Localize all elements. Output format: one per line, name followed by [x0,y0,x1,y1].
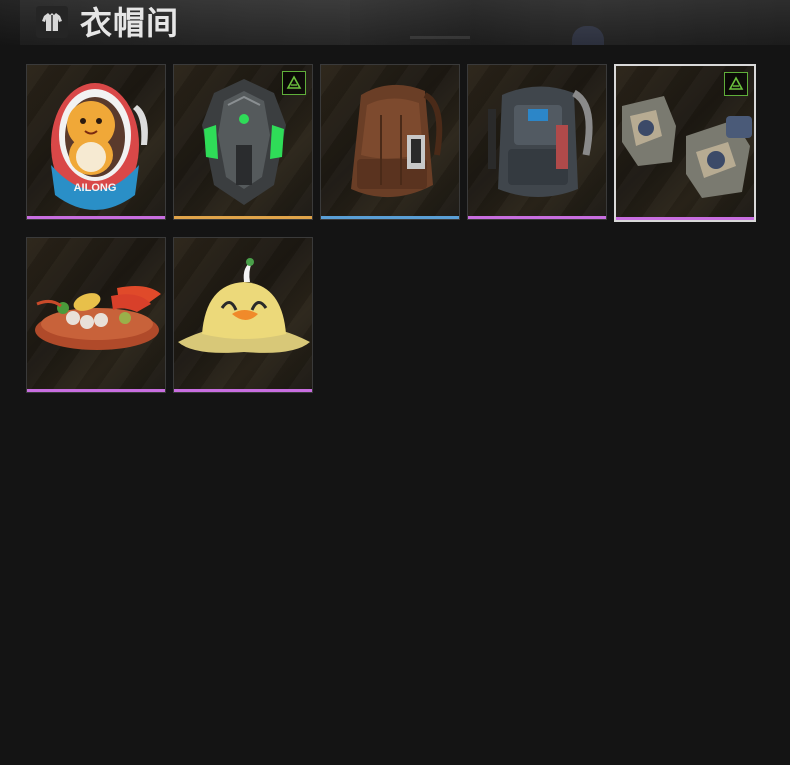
item-card-egg-backpack[interactable]: AILONG [26,64,166,220]
egg-backpack-lettering: AILONG [74,182,117,194]
item-card-gray-backpack[interactable] [467,64,607,220]
item-card-seafood-platter[interactable] [26,237,166,393]
rarity-bar [174,389,312,392]
item-card-armored-backpack[interactable] [173,64,313,220]
brown-backpack-image [351,84,443,198]
rarity-bar [321,216,459,219]
duck-hat-image [178,258,310,353]
recycle-triangle-icon [724,72,748,96]
item-card-brown-backpack[interactable] [320,64,460,220]
seafood-platter-image [35,286,161,350]
rarity-bar [468,216,606,219]
recycle-triangle-icon [282,71,306,95]
item-card-duck-hat[interactable] [173,237,313,393]
rarity-bar [174,216,312,219]
top-bar: 衣帽间 [0,0,790,45]
page-title: 衣帽间 [80,4,180,42]
rarity-bar [27,216,165,219]
rarity-bar [27,389,165,392]
egg-backpack-image: AILONG [51,83,148,210]
item-card-camo-gloves[interactable] [614,64,756,222]
rarity-bar [616,217,754,220]
wardrobe-shirt-icon[interactable] [36,6,68,38]
gray-backpack-image [488,86,593,197]
